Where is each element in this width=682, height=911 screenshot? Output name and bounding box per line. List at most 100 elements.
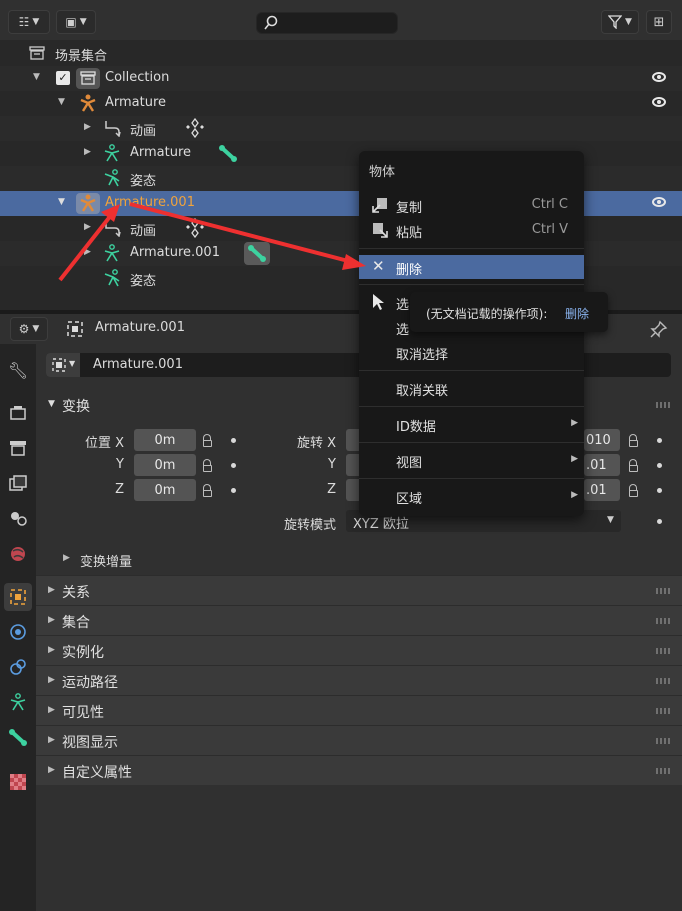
expand-arrow-icon[interactable]: ▶ <box>84 122 91 132</box>
rotation-x-label: 旋转 X <box>296 436 336 451</box>
tab-output[interactable] <box>4 434 32 462</box>
lock-icon[interactable] <box>203 434 212 447</box>
pin-icon[interactable] <box>650 320 668 338</box>
drag-grip-icon[interactable] <box>656 768 670 774</box>
visibility-eye-icon[interactable] <box>652 72 666 82</box>
expand-arrow-icon[interactable]: ▼ <box>58 197 65 207</box>
bone-icon[interactable] <box>247 244 267 262</box>
submenu-arrow-icon: ▶ <box>571 418 578 428</box>
keyframe-dot-icon[interactable] <box>231 488 236 493</box>
display-mode-icon: ▣ <box>65 15 77 29</box>
physics-icon <box>10 624 26 640</box>
tab-render[interactable] <box>4 399 32 427</box>
outliner-item-label: 姿态 <box>130 274 157 289</box>
expand-arrow-icon: ▶ <box>48 705 55 715</box>
menu-item-paste[interactable]: 粘贴 Ctrl V <box>359 218 584 242</box>
outliner-row-animation[interactable]: ▶ 动画 <box>0 116 682 141</box>
expand-arrow-icon[interactable]: ▼ <box>33 72 40 82</box>
chevron-down-icon: ▼ <box>32 324 40 334</box>
tab-tool[interactable]: 🔧︎ <box>4 356 32 384</box>
lock-icon[interactable] <box>203 484 212 497</box>
panel-viewport-display-header[interactable]: ▶ 视图显示 <box>36 725 682 755</box>
outliner-row-scene-collection[interactable]: 场景集合 <box>0 41 682 66</box>
panel-instancing-header[interactable]: ▶ 实例化 <box>36 635 682 665</box>
chevron-down-icon: ▼ <box>607 515 614 525</box>
tab-constraints[interactable] <box>4 653 32 681</box>
drag-grip-icon[interactable] <box>656 708 670 714</box>
lock-icon[interactable] <box>629 434 638 447</box>
menu-item-unlink[interactable]: 取消关联 <box>359 376 584 400</box>
menu-separator <box>359 370 584 371</box>
drag-grip-icon[interactable] <box>656 738 670 744</box>
scale-y-field[interactable]: .01 <box>584 454 620 476</box>
keyframe-dot-icon[interactable] <box>657 463 662 468</box>
outliner-row-armature[interactable]: ▼ Armature <box>0 91 682 116</box>
checkbox-checked-icon[interactable]: ✓ <box>56 71 70 85</box>
tab-scene[interactable] <box>4 504 32 532</box>
drag-grip-icon[interactable] <box>656 678 670 684</box>
drag-grip-icon[interactable] <box>656 588 670 594</box>
location-x-field[interactable]: 0m <box>134 429 196 451</box>
tab-modifiers[interactable] <box>4 618 32 646</box>
expand-arrow-icon: ▶ <box>48 615 55 625</box>
tab-texture[interactable] <box>4 768 32 796</box>
display-mode-button[interactable]: ▣ ▼ <box>56 10 96 34</box>
visibility-eye-icon[interactable] <box>652 97 666 107</box>
filter-button[interactable]: ▼ <box>601 10 639 34</box>
subpanel-delta-transform[interactable]: ▶ 变换增量 <box>60 548 360 572</box>
expand-arrow-icon[interactable]: ▶ <box>84 222 91 232</box>
object-name-value: Armature.001 <box>93 357 183 372</box>
object-type-selector[interactable]: ▼ <box>46 353 80 377</box>
expand-arrow-icon[interactable]: ▶ <box>84 147 91 157</box>
tab-world[interactable] <box>4 540 32 568</box>
tab-view-layer[interactable] <box>4 469 32 497</box>
keyframe-dot-icon[interactable] <box>231 438 236 443</box>
armature-data-icon <box>104 144 120 162</box>
scale-x-field[interactable]: 010 <box>584 429 620 451</box>
new-collection-button[interactable]: ⊞ <box>646 10 672 34</box>
menu-item-deselect[interactable]: 取消选择 <box>359 340 584 364</box>
drag-grip-icon[interactable] <box>656 648 670 654</box>
panel-collections-header[interactable]: ▶ 集合 <box>36 605 682 635</box>
tab-object-data[interactable] <box>4 688 32 716</box>
drag-grip-icon[interactable] <box>656 618 670 624</box>
pose-icon <box>104 169 120 187</box>
location-y-field[interactable]: 0m <box>134 454 196 476</box>
panel-motion-paths-header[interactable]: ▶ 运动路径 <box>36 665 682 695</box>
drag-grip-icon[interactable] <box>656 402 670 408</box>
view-layer-icon <box>9 475 27 491</box>
object-context-menu: 物体 复制 Ctrl C 粘贴 Ctrl V ✕ 删除 选 选 取消选择 取消关… <box>359 151 584 516</box>
keyframe-dot-icon[interactable] <box>657 488 662 493</box>
tab-object[interactable] <box>4 583 32 611</box>
panel-custom-properties-header[interactable]: ▶ 自定义属性 <box>36 755 682 785</box>
menu-item-area[interactable]: 区域 ▶ <box>359 484 584 508</box>
lock-icon[interactable] <box>203 459 212 472</box>
keyframe-dot-icon[interactable] <box>231 463 236 468</box>
menu-item-view[interactable]: 视图 ▶ <box>359 448 584 472</box>
tab-bone[interactable] <box>4 723 32 751</box>
visibility-eye-icon[interactable] <box>652 197 666 207</box>
menu-item-delete[interactable]: ✕ 删除 <box>359 255 584 279</box>
filter-icon <box>608 15 623 29</box>
keyframe-dot-icon[interactable] <box>657 519 662 524</box>
editor-type-button[interactable]: ☷ ▼ <box>8 10 50 34</box>
panel-relations-header[interactable]: ▶ 关系 <box>36 575 682 605</box>
menu-separator <box>359 284 584 285</box>
editor-type-button[interactable]: ⚙ ▼ <box>10 317 48 341</box>
keyframe-action-icon <box>186 118 204 138</box>
keyframe-dot-icon[interactable] <box>657 438 662 443</box>
panel-title: 运动路径 <box>62 675 118 691</box>
outliner-row-collection[interactable]: ▼ ✓ Collection <box>0 66 682 91</box>
search-input[interactable] <box>256 12 398 34</box>
location-z-field[interactable]: 0m <box>134 479 196 501</box>
lock-icon[interactable] <box>629 484 638 497</box>
lock-icon[interactable] <box>629 459 638 472</box>
panel-visibility-header[interactable]: ▶ 可见性 <box>36 695 682 725</box>
panel-title: 视图显示 <box>62 735 118 751</box>
menu-item-copy[interactable]: 复制 Ctrl C <box>359 193 584 217</box>
menu-item-label: 视图 <box>396 456 423 471</box>
expand-arrow-icon[interactable]: ▶ <box>84 247 91 257</box>
menu-item-id-data[interactable]: ID数据 ▶ <box>359 412 584 436</box>
expand-arrow-icon[interactable]: ▼ <box>58 97 65 107</box>
scale-z-field[interactable]: .01 <box>584 479 620 501</box>
